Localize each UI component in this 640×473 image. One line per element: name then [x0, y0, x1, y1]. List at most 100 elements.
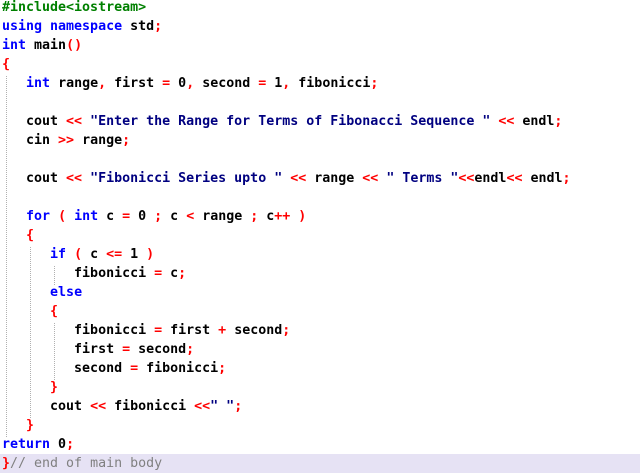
code-token: << — [458, 171, 475, 186]
code-token: fibonicci — [2, 266, 155, 281]
code-token: , — [98, 76, 115, 91]
code-token: // end of main body — [10, 456, 163, 471]
code-token: " Terms " — [386, 171, 459, 186]
code-line[interactable]: second = fibonicci; — [0, 359, 640, 378]
code-token: } — [50, 380, 59, 395]
code-token: range — [202, 209, 251, 224]
code-editor[interactable]: #include<iostream> using namespace std; in… — [0, 0, 640, 473]
code-line[interactable]: cout << fibonicci <<" "; — [0, 397, 640, 416]
code-line[interactable]: if ( c <= 1 ) — [0, 245, 640, 264]
code-line[interactable]: int range, first = 0, second = 1, fiboni… — [0, 74, 640, 93]
code-line[interactable]: }// end of main body — [0, 454, 640, 473]
code-token: ; — [370, 76, 379, 91]
code-line[interactable]: for ( int c = 0 ; c < range ; c++ ) — [0, 207, 640, 226]
code-line[interactable]: cin >> range; — [0, 131, 640, 150]
code-token: else — [50, 285, 83, 300]
code-token: ; — [122, 133, 131, 148]
code-token: if — [50, 247, 75, 262]
code-token: { — [50, 304, 59, 319]
code-line[interactable]: fibonicci = c; — [0, 264, 640, 283]
code-token: = — [154, 266, 171, 281]
code-line[interactable]: { — [0, 226, 640, 245]
code-token: << — [362, 171, 387, 186]
code-token: ; — [186, 342, 195, 357]
code-token: first — [170, 323, 219, 338]
code-token: ( — [74, 247, 91, 262]
code-token: second — [138, 342, 187, 357]
code-token: 0 — [58, 437, 67, 452]
code-token: " " — [210, 399, 235, 414]
code-token: second — [2, 361, 131, 376]
code-token: = — [154, 323, 171, 338]
code-token: c — [170, 266, 179, 281]
code-token: ; — [178, 266, 187, 281]
code-line[interactable]: fibonicci = first + second; — [0, 321, 640, 340]
code-token: + — [218, 323, 235, 338]
code-line[interactable]: else — [0, 283, 640, 302]
code-token: fibonicci — [114, 399, 195, 414]
code-token: ( — [58, 209, 75, 224]
code-token: endl — [522, 114, 555, 129]
code-token: ; — [154, 209, 171, 224]
code-token: for — [26, 209, 59, 224]
code-token: cout — [2, 399, 91, 414]
code-token: ; — [234, 399, 243, 414]
code-token: #include<iostream> — [2, 0, 147, 15]
code-line[interactable]: first = second; — [0, 340, 640, 359]
code-line[interactable] — [0, 150, 640, 169]
code-token: "Enter the Range for Terms of Fibonacci … — [90, 114, 499, 129]
code-token: } — [2, 456, 11, 471]
code-line[interactable]: return 0; — [0, 435, 640, 454]
code-token: cout — [2, 114, 67, 129]
code-token: = — [130, 361, 147, 376]
code-token: fibonicci — [2, 323, 155, 338]
code-token: << — [90, 399, 115, 414]
code-token: = — [122, 342, 139, 357]
code-token: range — [82, 133, 123, 148]
code-token: ; — [218, 361, 227, 376]
code-line[interactable]: } — [0, 378, 640, 397]
code-token: ; — [282, 323, 291, 338]
code-token: << — [194, 399, 211, 414]
code-token: () — [66, 38, 83, 53]
code-line[interactable]: { — [0, 302, 640, 321]
code-line[interactable]: { — [0, 55, 640, 74]
code-token: 0 — [138, 209, 155, 224]
code-line[interactable]: using namespace std; — [0, 17, 640, 36]
code-token: int — [2, 38, 35, 53]
code-line[interactable]: cout << "Enter the Range for Terms of Fi… — [0, 112, 640, 131]
code-token: << — [66, 171, 91, 186]
code-token: << — [66, 114, 91, 129]
code-token: = — [258, 76, 275, 91]
code-line[interactable]: } — [0, 416, 640, 435]
code-token: ; — [154, 19, 163, 34]
code-token: first — [114, 76, 163, 91]
code-line[interactable]: #include<iostream> — [0, 0, 640, 17]
code-token: fibonicci — [146, 361, 219, 376]
code-token: = — [122, 209, 139, 224]
code-token: , — [186, 76, 203, 91]
code-token: ; — [66, 437, 75, 452]
code-token: 0 — [178, 76, 187, 91]
code-line[interactable] — [0, 93, 640, 112]
code-token: fibonicci — [298, 76, 371, 91]
code-token: ; — [554, 114, 563, 129]
code-token: range — [58, 76, 99, 91]
code-line[interactable]: int main() — [0, 36, 640, 55]
code-token: 1 — [130, 247, 147, 262]
code-token: int — [26, 76, 59, 91]
code-token: ) — [146, 247, 155, 262]
code-line[interactable] — [0, 188, 640, 207]
code-token: { — [26, 228, 35, 243]
code-token: < — [186, 209, 203, 224]
code-line[interactable]: cout << "Fibonicci Series upto " << rang… — [0, 169, 640, 188]
code-token: "Fibonicci Series upto " — [90, 171, 291, 186]
code-token: cin — [2, 133, 59, 148]
code-token: >> — [58, 133, 83, 148]
code-token: << — [290, 171, 315, 186]
